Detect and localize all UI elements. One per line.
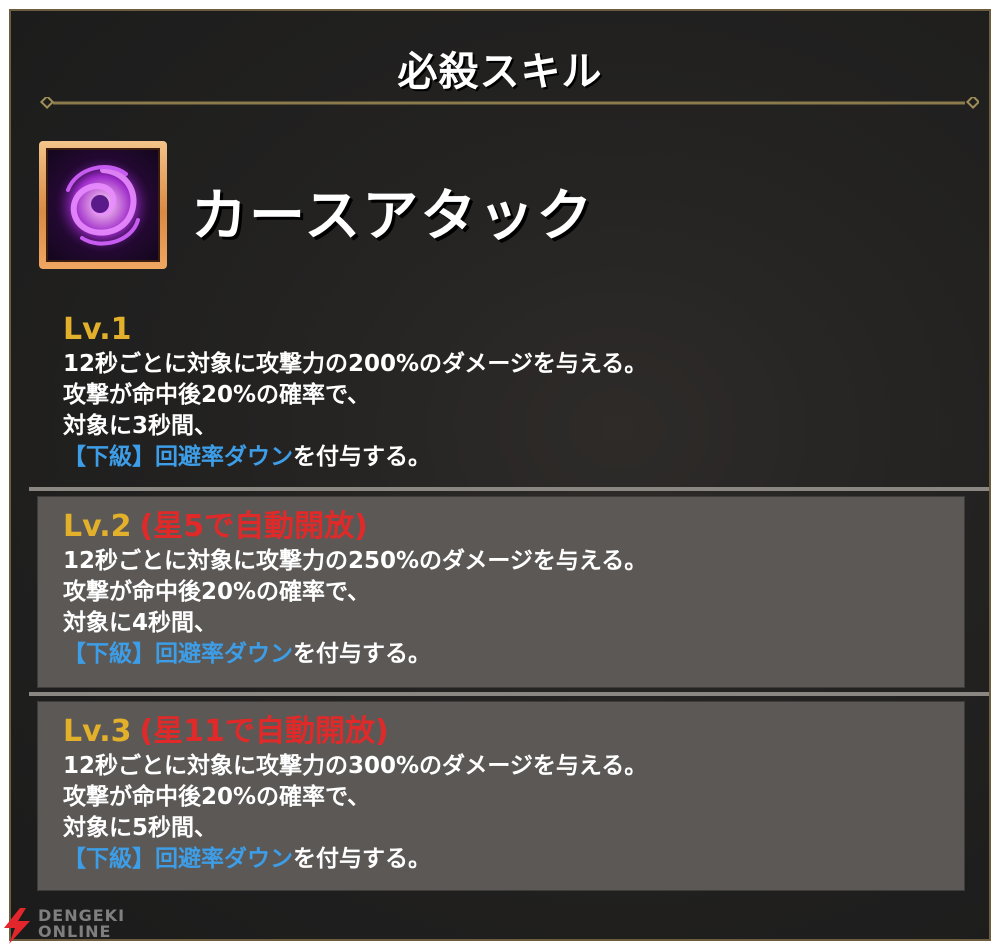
unlock-condition: (星5で自動開放) — [139, 509, 368, 544]
level-description: 12秒ごとに対象に攻撃力の250%のダメージを与える。 攻撃が命中後20%の確率… — [63, 546, 965, 670]
skill-detail-panel: 必殺スキル カースアタック Lv.1 12秒ごとに対象に攻撃力の200%のダメー… — [9, 9, 991, 941]
status-effect-name: 【下級】回避率ダウン — [63, 641, 293, 667]
section-divider — [29, 692, 989, 696]
description-line: 【下級】回避率ダウンを付与する。 — [63, 442, 975, 473]
description-line: 攻撃が命中後20%の確率で、 — [63, 382, 371, 408]
curse-vortex-icon — [39, 141, 167, 269]
lightning-bolt-icon — [4, 908, 30, 944]
description-line: 攻撃が命中後20%の確率で、 — [63, 784, 371, 810]
level-label: Lv.1 — [63, 312, 132, 347]
watermark-text: DENGEKI ONLINE — [38, 908, 125, 940]
description-line: 【下級】回避率ダウンを付与する。 — [63, 639, 965, 670]
unlock-condition: (星11で自動開放) — [139, 714, 389, 749]
level-3-section: Lv.3 (星11で自動開放) 12秒ごとに対象に攻撃力の300%のダメージを与え… — [37, 701, 965, 891]
description-suffix: を付与する。 — [293, 444, 431, 470]
description-line: 対象に5秒間、 — [63, 815, 218, 841]
page-title: 必殺スキル — [397, 49, 603, 95]
section-divider — [29, 487, 989, 491]
level-1-section: Lv.1 12秒ごとに対象に攻撃力の200%のダメージを与える。 攻撃が命中後2… — [29, 311, 975, 481]
level-label: Lv.3 — [63, 714, 132, 749]
description-suffix: を付与する。 — [293, 641, 431, 667]
status-effect-name: 【下級】回避率ダウン — [63, 444, 293, 470]
description-line: 12秒ごとに対象に攻撃力の250%のダメージを与える。 — [63, 548, 648, 574]
description-suffix: を付与する。 — [293, 846, 431, 872]
description-line: 攻撃が命中後20%の確率で、 — [63, 579, 371, 605]
level-description: 12秒ごとに対象に攻撃力の300%のダメージを与える。 攻撃が命中後20%の確率… — [63, 751, 965, 875]
description-line: 12秒ごとに対象に攻撃力の200%のダメージを与える。 — [63, 351, 648, 377]
level-label: Lv.2 — [63, 509, 132, 544]
description-line: 対象に3秒間、 — [63, 413, 218, 439]
description-line: 【下級】回避率ダウンを付与する。 — [63, 844, 965, 875]
level-description: 12秒ごとに対象に攻撃力の200%のダメージを与える。 攻撃が命中後20%の確率… — [63, 349, 975, 473]
description-line: 12秒ごとに対象に攻撃力の300%のダメージを与える。 — [63, 753, 648, 779]
level-2-section: Lv.2 (星5で自動開放) 12秒ごとに対象に攻撃力の250%のダメージを与える… — [37, 496, 965, 688]
skill-name: カースアタック — [191, 184, 595, 249]
watermark-line: ONLINE — [38, 922, 112, 941]
title-divider — [39, 97, 979, 109]
description-line: 対象に4秒間、 — [63, 610, 218, 636]
watermark: DENGEKI ONLINE — [0, 906, 140, 946]
status-effect-name: 【下級】回避率ダウン — [63, 846, 293, 872]
